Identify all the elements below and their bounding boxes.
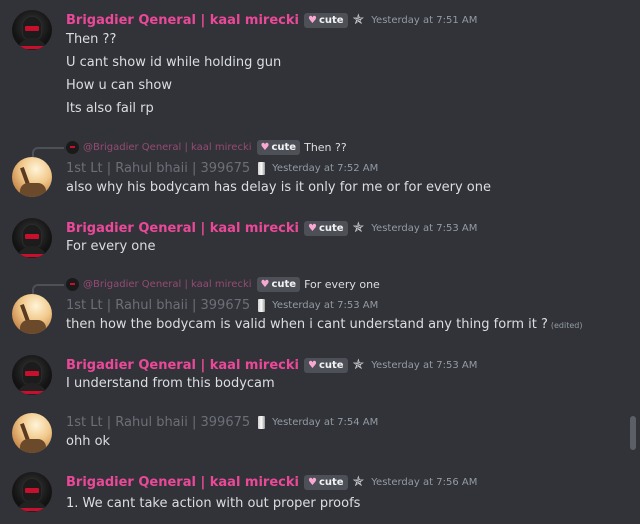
avatar[interactable]	[12, 157, 52, 197]
reply-text: Then ??	[304, 141, 347, 154]
reply-username[interactable]: @Brigadier Qeneral | kaal mirecki	[83, 279, 252, 290]
reply-connector	[32, 147, 64, 157]
username[interactable]: 1st Lt | Rahul bhaii | 399675	[66, 298, 250, 313]
heart-icon: ♥	[260, 279, 270, 290]
message-text: I understand from this bodycam	[66, 376, 275, 391]
message-text: 1. We cant take action with out proper p…	[66, 496, 361, 511]
role-tag: ♥ cute	[256, 140, 301, 155]
username[interactable]: Brigadier Qeneral | kaal mirecki	[66, 221, 299, 236]
username[interactable]: Brigadier Qeneral | kaal mirecki	[66, 13, 299, 28]
message-header: 1st Lt | Rahul bhaii | 399675 Yesterday …	[66, 415, 378, 430]
timestamp: Yesterday at 7:53 AM	[272, 300, 379, 311]
avatar[interactable]	[12, 355, 52, 395]
heart-icon: ♥	[307, 222, 317, 234]
scrollbar-thumb[interactable]	[630, 416, 636, 450]
avatar[interactable]	[12, 472, 52, 512]
timestamp: Yesterday at 7:56 AM	[371, 476, 478, 488]
username[interactable]: 1st Lt | Rahul bhaii | 399675	[66, 161, 250, 176]
timestamp: Yesterday at 7:53 AM	[371, 359, 478, 371]
message-text: Then ??	[66, 32, 117, 47]
badge-icon[interactable]	[258, 416, 266, 429]
message-text: How u can show	[66, 78, 172, 93]
message-text: ohh ok	[66, 434, 111, 449]
badge-icon[interactable]	[258, 162, 266, 175]
username[interactable]: Brigadier Qeneral | kaal mirecki	[66, 358, 299, 373]
message-text: U cant show id while holding gun	[66, 55, 282, 70]
heart-icon: ♥	[307, 476, 317, 488]
heart-icon: ♥	[307, 14, 317, 26]
avatar[interactable]	[12, 413, 52, 453]
edited-label: (edited)	[550, 321, 583, 330]
reply-text: For every one	[304, 278, 380, 291]
username[interactable]: 1st Lt | Rahul bhaii | 399675	[66, 415, 250, 430]
reply-preview[interactable]: @Brigadier Qeneral | kaal mirecki ♥ cute …	[66, 277, 380, 292]
reply-connector	[32, 284, 64, 294]
star-icon[interactable]: ✯	[353, 474, 365, 490]
message-header: 1st Lt | Rahul bhaii | 399675 Yesterday …	[66, 161, 378, 176]
star-icon[interactable]: ✯	[353, 12, 365, 28]
star-icon[interactable]: ✯	[353, 357, 365, 373]
timestamp: Yesterday at 7:53 AM	[371, 222, 478, 234]
role-tag[interactable]: ♥ cute	[303, 12, 348, 28]
message-header: 1st Lt | Rahul bhaii | 399675 Yesterday …	[66, 298, 378, 313]
message-header: Brigadier Qeneral | kaal mirecki ♥ cute ✯…	[66, 12, 477, 28]
message-text: Its also fail rp	[66, 101, 154, 116]
reply-preview[interactable]: @Brigadier Qeneral | kaal mirecki ♥ cute …	[66, 140, 347, 155]
star-icon[interactable]: ✯	[353, 220, 365, 236]
message-text: then how the bodycam is valid when i can…	[66, 317, 583, 332]
message-header: Brigadier Qeneral | kaal mirecki ♥ cute ✯…	[66, 220, 477, 236]
username[interactable]: Brigadier Qeneral | kaal mirecki	[66, 475, 299, 490]
reply-username[interactable]: @Brigadier Qeneral | kaal mirecki	[83, 142, 252, 153]
badge-icon[interactable]	[258, 299, 266, 312]
avatar[interactable]	[12, 294, 52, 334]
role-tag[interactable]: ♥ cute	[303, 220, 348, 236]
heart-icon: ♥	[260, 142, 270, 153]
message-text: also why his bodycam has delay is it onl…	[66, 180, 491, 195]
timestamp: Yesterday at 7:52 AM	[272, 163, 379, 174]
timestamp: Yesterday at 7:54 AM	[272, 417, 379, 428]
reply-avatar	[66, 278, 79, 291]
role-tag: ♥ cute	[256, 277, 301, 292]
message-header: Brigadier Qeneral | kaal mirecki ♥ cute ✯…	[66, 357, 477, 373]
heart-icon: ♥	[307, 359, 317, 371]
role-tag[interactable]: ♥ cute	[303, 357, 348, 373]
avatar[interactable]	[12, 10, 52, 50]
reply-avatar	[66, 141, 79, 154]
message-header: Brigadier Qeneral | kaal mirecki ♥ cute ✯…	[66, 474, 477, 490]
timestamp: Yesterday at 7:51 AM	[371, 14, 478, 26]
message-text: For every one	[66, 239, 156, 254]
avatar[interactable]	[12, 218, 52, 258]
role-tag[interactable]: ♥ cute	[303, 474, 348, 490]
